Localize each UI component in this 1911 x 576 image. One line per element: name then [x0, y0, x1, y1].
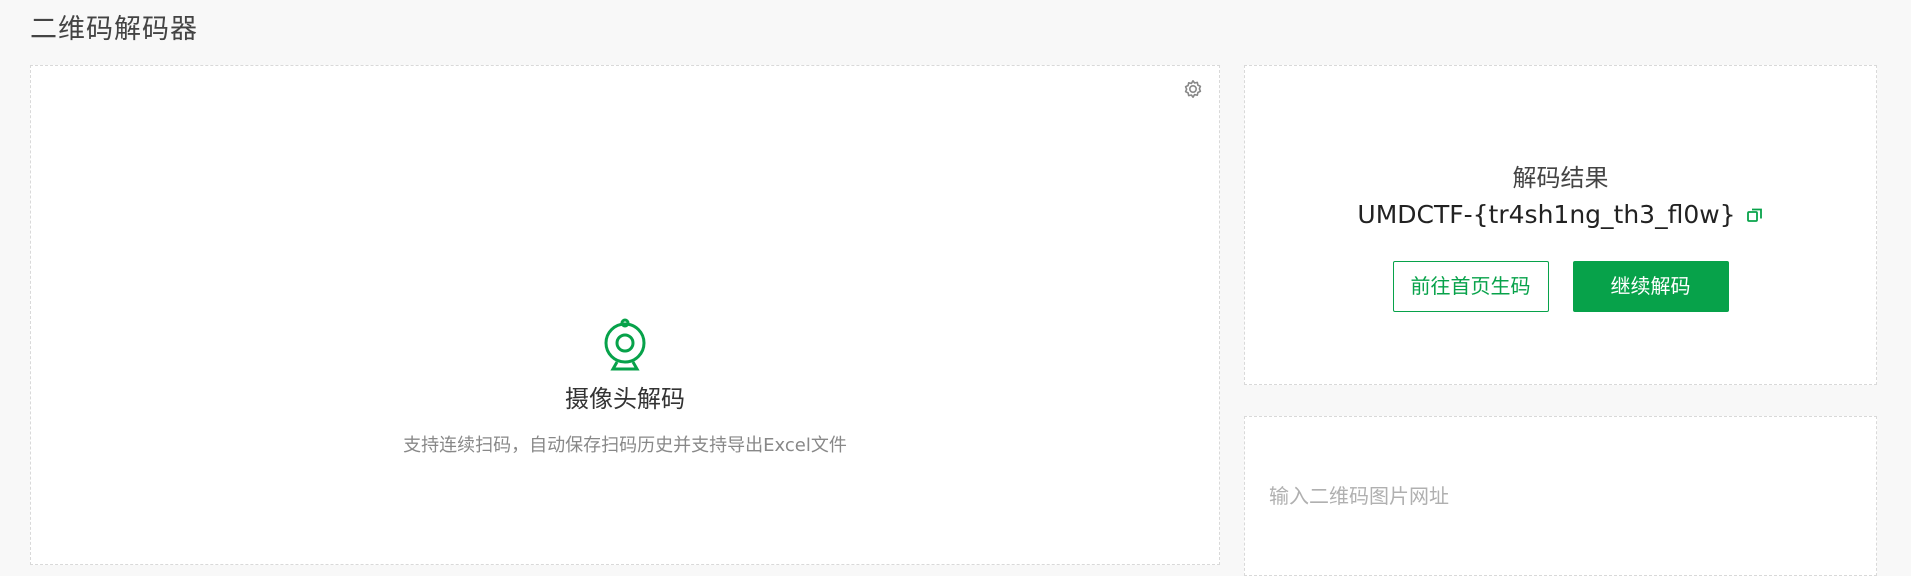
result-value: UMDCTF-{tr4sh1ng_th3_fl0w} [1357, 200, 1736, 229]
decode-result-panel: 解码结果 UMDCTF-{tr4sh1ng_th3_fl0w} 前往首页生码 继… [1244, 65, 1877, 385]
page-title: 二维码解码器 [30, 14, 198, 45]
image-url-panel [1244, 416, 1877, 576]
result-label: 解码结果 [1512, 164, 1609, 192]
continue-decode-button[interactable]: 继续解码 [1572, 261, 1729, 312]
image-url-input[interactable] [1245, 417, 1876, 575]
camera-decode-description: 支持连续扫码，自动保存扫码历史并支持导出Excel文件 [403, 435, 847, 456]
goto-home-generate-button[interactable]: 前往首页生码 [1392, 261, 1549, 312]
camera-decode-title: 摄像头解码 [565, 385, 685, 413]
gear-icon[interactable] [1181, 78, 1205, 102]
copy-icon[interactable] [1746, 206, 1764, 224]
camera-decode-panel[interactable]: 摄像头解码 支持连续扫码，自动保存扫码历史并支持导出Excel文件 [30, 65, 1220, 565]
camera-start-area[interactable]: 摄像头解码 支持连续扫码，自动保存扫码历史并支持导出Excel文件 [31, 316, 1219, 458]
webcam-icon [604, 318, 646, 371]
